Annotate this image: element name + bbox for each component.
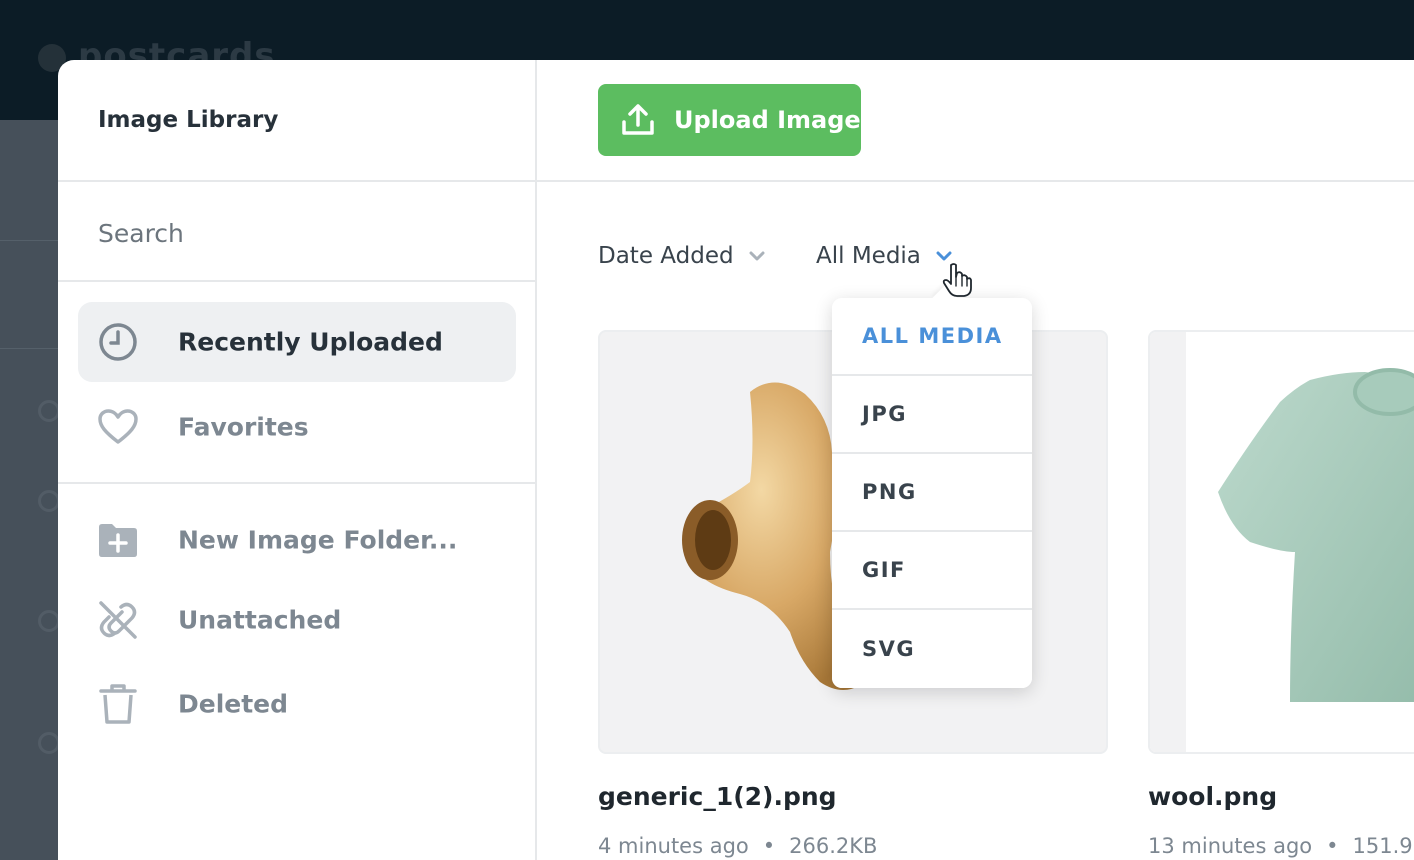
nav-item-label: Unattached	[178, 605, 342, 635]
upload-image-button[interactable]: Upload Image	[598, 84, 861, 156]
hand-cursor-icon	[942, 263, 972, 297]
meta-separator: •	[1326, 834, 1339, 858]
background-icon	[38, 610, 60, 632]
clock-icon	[96, 320, 140, 364]
nav-item-label: Deleted	[178, 689, 289, 719]
divider	[58, 482, 537, 484]
divider	[537, 180, 1414, 182]
divider	[58, 180, 537, 182]
background-icon	[38, 490, 60, 512]
nav-item-label: New Image Folder...	[178, 525, 458, 555]
image-preview	[1218, 368, 1414, 702]
background-sidebar	[0, 120, 60, 860]
background-divider	[0, 348, 58, 349]
menu-option-all-media[interactable]: ALL MEDIA	[832, 298, 1032, 376]
nav-item-label: Favorites	[178, 412, 309, 442]
sort-dropdown-label: Date Added	[598, 243, 734, 269]
search-input[interactable]	[98, 215, 498, 251]
image-name: generic_1(2).png	[598, 782, 837, 811]
unlink-icon	[96, 598, 140, 642]
media-type-dropdown-label: All Media	[816, 243, 921, 269]
image-name: wool.png	[1148, 782, 1278, 811]
media-type-menu: ALL MEDIA JPG PNG GIF SVG	[832, 298, 1032, 688]
image-file-size: 266.2KB	[789, 834, 878, 858]
upload-icon	[620, 102, 656, 138]
image-thumbnail[interactable]	[1148, 330, 1414, 754]
image-upload-time: 13 minutes ago	[1148, 834, 1313, 858]
upload-image-label: Upload Image	[674, 106, 861, 134]
media-type-dropdown[interactable]: All Media	[816, 238, 953, 274]
nav-item-label: Recently Uploaded	[178, 327, 443, 357]
folder-plus-icon	[96, 518, 140, 562]
nav-item-recently-uploaded[interactable]: Recently Uploaded	[78, 302, 516, 382]
nav-item-new-image-folder[interactable]: New Image Folder...	[78, 500, 516, 580]
menu-option-gif[interactable]: GIF	[832, 532, 1032, 610]
menu-option-svg[interactable]: SVG	[832, 610, 1032, 688]
heart-icon	[96, 405, 140, 449]
chevron-down-icon	[936, 251, 952, 261]
image-meta: 4 minutes ago • 266.2KB	[598, 834, 877, 858]
nav-item-favorites[interactable]: Favorites	[78, 387, 516, 467]
menu-option-jpg[interactable]: JPG	[832, 376, 1032, 454]
library-title: Image Library	[98, 107, 279, 133]
library-sidebar: Image Library Recently Uploaded Favorite…	[58, 60, 537, 860]
nav-item-deleted[interactable]: Deleted	[78, 664, 516, 744]
image-library-modal: Image Library Recently Uploaded Favorite…	[58, 60, 1414, 860]
nav-item-unattached[interactable]: Unattached	[78, 580, 516, 660]
image-upload-time: 4 minutes ago	[598, 834, 749, 858]
trash-icon	[96, 682, 140, 726]
background-icon	[38, 400, 60, 422]
background-divider	[0, 240, 58, 241]
menu-option-png[interactable]: PNG	[832, 454, 1032, 532]
divider	[58, 280, 537, 282]
chevron-down-icon	[749, 251, 765, 261]
image-meta: 13 minutes ago • 151.9KB	[1148, 834, 1414, 858]
image-file-size: 151.9KB	[1352, 834, 1414, 858]
background-icon	[38, 732, 60, 754]
meta-separator: •	[762, 834, 776, 858]
sort-dropdown[interactable]: Date Added	[598, 238, 766, 274]
